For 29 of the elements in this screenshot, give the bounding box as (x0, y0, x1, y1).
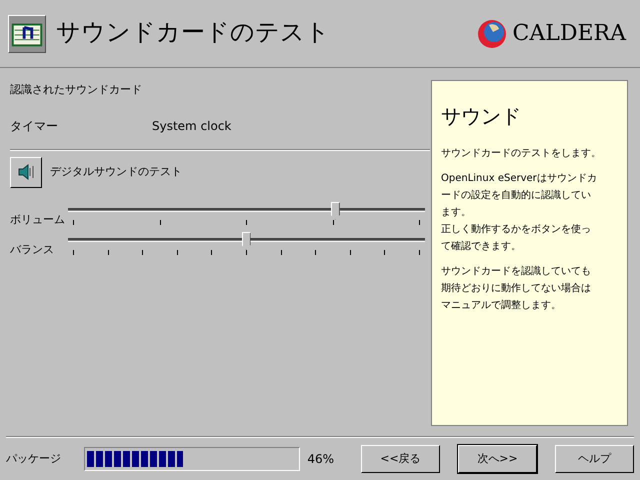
music-sheet-icon (8, 14, 46, 52)
progress-label: パッケージ (6, 450, 62, 467)
help-text: サウンドカードのテストをします。 (441, 147, 602, 161)
field-label: タイマー (10, 118, 59, 134)
slider-thumb[interactable] (330, 202, 340, 220)
slider-thumb[interactable] (242, 232, 250, 250)
help-text: マニュアルで調整します。 (441, 298, 562, 313)
section-heading: 認識されたサウンドカード (10, 82, 143, 98)
help-text: て確認できます。 (441, 240, 522, 254)
brand-name: CALDERA (512, 20, 626, 48)
help-text: 期待どおりに動作してない場合は (441, 282, 592, 296)
button-caption: デジタルサウンドのテスト (50, 164, 182, 180)
window-title: サウンドカードのテスト (56, 16, 330, 48)
globe-logo-icon (476, 18, 507, 48)
help-title: サウンド (441, 103, 522, 130)
wizard-button[interactable]: 次へ>> (458, 445, 537, 473)
wizard-button[interactable]: ヘルプ (555, 445, 634, 473)
help-text: ます。 (441, 206, 472, 220)
slider-label: ボリューム (10, 212, 66, 228)
speaker-icon (17, 164, 35, 180)
slider-label: バランス (10, 242, 55, 258)
field-value: System clock (152, 118, 232, 134)
help-text: OpenLinux eServerはサウンドカ (441, 172, 598, 186)
help-text: 正しく動作するかをボタンを使っ (441, 223, 592, 237)
progress-percent: 46% (307, 451, 335, 468)
help-text: サウンドカードを認識していても (441, 264, 592, 279)
help-text: ードの設定を自動的に認識してい (441, 188, 592, 203)
wizard-button[interactable]: <<戻る (361, 445, 440, 473)
speaker-button[interactable] (10, 156, 42, 188)
